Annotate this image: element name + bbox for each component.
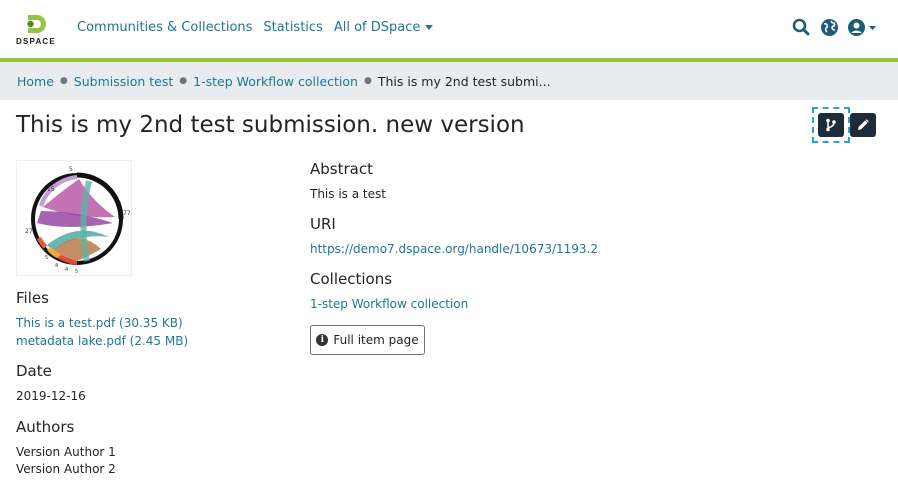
thumb-label: 5 <box>69 166 73 173</box>
main-nav: Communities & Collections Statistics All… <box>77 20 444 35</box>
thumb-label: 4 <box>65 267 68 273</box>
breadcrumb-separator: ● <box>363 76 372 86</box>
thumb-label: 15 <box>47 186 55 193</box>
info-circle-icon: i <box>316 334 329 346</box>
chord-diagram-image: 15 5 77 27 5 4 4 5 <box>25 166 131 275</box>
edit-item-button[interactable] <box>850 113 876 137</box>
thumb-label: 5 <box>75 269 78 275</box>
logo-text: DSPACE <box>16 37 56 46</box>
date-heading: Date <box>16 362 52 380</box>
pencil-icon <box>858 119 869 130</box>
author-item: Version Author 2 <box>16 462 116 476</box>
files-heading: Files <box>16 289 49 307</box>
item-thumbnail[interactable]: 15 5 77 27 5 4 4 5 <box>16 160 132 276</box>
file-link[interactable]: metadata lake.pdf (2.45 MB) <box>16 334 188 348</box>
full-item-page-button[interactable]: i Full item page <box>310 325 425 355</box>
page-title: This is my 2nd test submission. new vers… <box>16 112 525 138</box>
collections-heading: Collections <box>310 270 393 288</box>
thumb-label: 77 <box>123 210 131 217</box>
breadcrumb-home[interactable]: Home <box>17 74 54 89</box>
site-header: DSPACE Communities & Collections Statist… <box>0 0 898 58</box>
thumb-label: 5 <box>45 255 48 261</box>
user-circle-icon[interactable] <box>846 16 878 38</box>
author-item: Version Author 1 <box>16 445 116 459</box>
uri-heading: URI <box>310 215 336 233</box>
uri-link[interactable]: https://demo7.dspace.org/handle/10673/11… <box>310 242 598 256</box>
breadcrumb-submission-test[interactable]: Submission test <box>74 74 174 89</box>
full-item-page-label: Full item page <box>333 333 419 347</box>
thumb-label: 27 <box>25 228 33 235</box>
search-icon[interactable] <box>790 16 812 38</box>
breadcrumb: Home ● Submission test ● 1-step Workflow… <box>0 62 898 100</box>
breadcrumb-current: This is my 2nd test submi... <box>377 73 551 89</box>
collection-link[interactable]: 1-step Workflow collection <box>310 297 468 311</box>
nav-all-of-dspace[interactable]: All of DSpace <box>334 20 434 35</box>
date-value: 2019-12-16 <box>16 389 86 403</box>
breadcrumb-separator: ● <box>179 76 188 86</box>
nav-communities-collections[interactable]: Communities & Collections <box>77 20 252 35</box>
thumb-label: 4 <box>55 263 58 269</box>
create-version-focus-ring <box>812 107 850 143</box>
code-branch-icon <box>826 118 836 132</box>
header-icons <box>790 16 878 38</box>
authors-heading: Authors <box>16 418 75 436</box>
file-link[interactable]: This is a test.pdf (30.35 KB) <box>16 316 183 330</box>
breadcrumb-collection[interactable]: 1-step Workflow collection <box>193 74 358 89</box>
nav-all-of-dspace-label: All of DSpace <box>333 20 421 35</box>
nav-statistics[interactable]: Statistics <box>263 20 322 35</box>
create-version-button[interactable] <box>818 113 844 137</box>
caret-down-icon <box>425 25 434 30</box>
breadcrumb-separator: ● <box>59 76 68 86</box>
globe-icon[interactable] <box>818 16 840 38</box>
abstract-value: This is a test <box>310 187 386 201</box>
abstract-heading: Abstract <box>310 160 373 178</box>
